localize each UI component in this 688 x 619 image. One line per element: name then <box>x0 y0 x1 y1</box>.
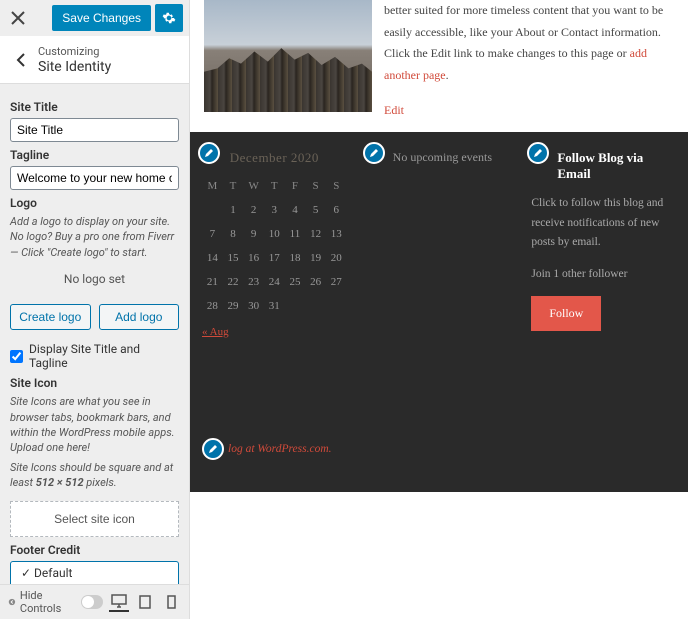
controls-panel: Site Title Tagline Logo Add a logo to di… <box>0 84 189 584</box>
edit-page-link[interactable]: Edit <box>384 103 404 117</box>
hide-controls-label: Hide Controls <box>20 589 73 615</box>
mobile-preview-button[interactable] <box>161 592 181 612</box>
tagline-input[interactable] <box>10 166 179 190</box>
site-icon-help-2: Site Icons should be square and at least… <box>10 460 179 491</box>
edit-widget-button[interactable] <box>363 142 385 164</box>
create-logo-button[interactable]: Create logo <box>10 304 91 330</box>
footer-credit-text: log at WordPress.com. <box>228 443 332 455</box>
add-logo-button[interactable]: Add logo <box>99 304 180 330</box>
follow-count: Join 1 other follower <box>531 265 676 285</box>
site-preview: better suited for more timeless content … <box>190 0 688 619</box>
gear-icon <box>162 11 176 25</box>
page-content: better suited for more timeless content … <box>384 0 682 122</box>
pencil-icon <box>208 444 218 454</box>
back-button[interactable] <box>10 49 32 71</box>
edit-widget-button[interactable] <box>527 142 549 164</box>
site-icon-label: Site Icon <box>10 376 179 390</box>
logo-label: Logo <box>10 196 179 210</box>
follow-title: Follow Blog via Email <box>557 150 676 182</box>
calendar-table: MTWTFSS 12345678910111213141516171819202… <box>202 174 347 318</box>
close-icon <box>11 11 25 25</box>
footer-credit-dropdown[interactable]: Default Website Built with WordPress.com… <box>10 561 179 584</box>
footer-credit-label: Footer Credit <box>10 543 179 557</box>
pencil-icon <box>533 148 543 158</box>
calendar-widget: December 2020 MTWTFSS 123456789101112131… <box>202 150 347 339</box>
save-button[interactable]: Save Changes <box>52 5 151 31</box>
site-footer: December 2020 MTWTFSS 123456789101112131… <box>190 132 688 492</box>
logo-status: No logo set <box>10 260 179 298</box>
edit-widget-button[interactable] <box>202 438 224 460</box>
hero-image <box>204 0 372 112</box>
section-header: Customizing Site Identity <box>0 36 189 84</box>
bottom-bar: Hide Controls <box>0 584 189 619</box>
breadcrumb: Customizing <box>38 45 99 58</box>
tagline-label: Tagline <box>10 148 179 162</box>
follow-desc: Click to follow this blog and receive no… <box>531 194 676 253</box>
prev-month-link[interactable]: « Aug <box>202 326 229 338</box>
close-button[interactable] <box>0 0 36 36</box>
chevron-left-icon <box>8 597 16 607</box>
desktop-preview-button[interactable] <box>109 592 129 612</box>
desktop-icon <box>111 594 127 608</box>
logo-help: Add a logo to display on your site. No l… <box>10 214 179 260</box>
settings-button[interactable] <box>155 4 183 32</box>
footer-credit-option[interactable]: Default <box>11 562 178 584</box>
pencil-icon <box>204 148 214 158</box>
select-site-icon-button[interactable]: Select site icon <box>10 501 179 537</box>
tablet-preview-button[interactable] <box>135 592 155 612</box>
display-title-checkbox[interactable] <box>10 350 23 363</box>
chevron-left-icon <box>16 53 26 67</box>
no-events-text: No upcoming events <box>393 150 512 165</box>
site-icon-help-1: Site Icons are what you see in browser t… <box>10 394 179 456</box>
site-title-label: Site Title <box>10 100 179 114</box>
display-title-label: Display Site Title and Tagline <box>29 342 179 370</box>
tablet-icon <box>139 595 151 609</box>
follow-widget: Follow Blog via Email Click to follow th… <box>531 150 676 339</box>
section-title: Site Identity <box>38 59 111 75</box>
calendar-title: December 2020 <box>202 150 347 166</box>
topbar: Save Changes <box>0 0 189 36</box>
mobile-icon <box>167 595 176 609</box>
follow-button[interactable]: Follow <box>531 296 601 331</box>
events-widget: No upcoming events <box>367 150 512 339</box>
hide-controls-button[interactable]: Hide Controls <box>8 589 73 615</box>
preview-toggle[interactable] <box>81 595 103 609</box>
site-title-input[interactable] <box>10 118 179 142</box>
pencil-icon <box>369 148 379 158</box>
customizer-sidebar: Save Changes Customizing Site Identity S… <box>0 0 190 619</box>
edit-widget-button[interactable] <box>198 142 220 164</box>
